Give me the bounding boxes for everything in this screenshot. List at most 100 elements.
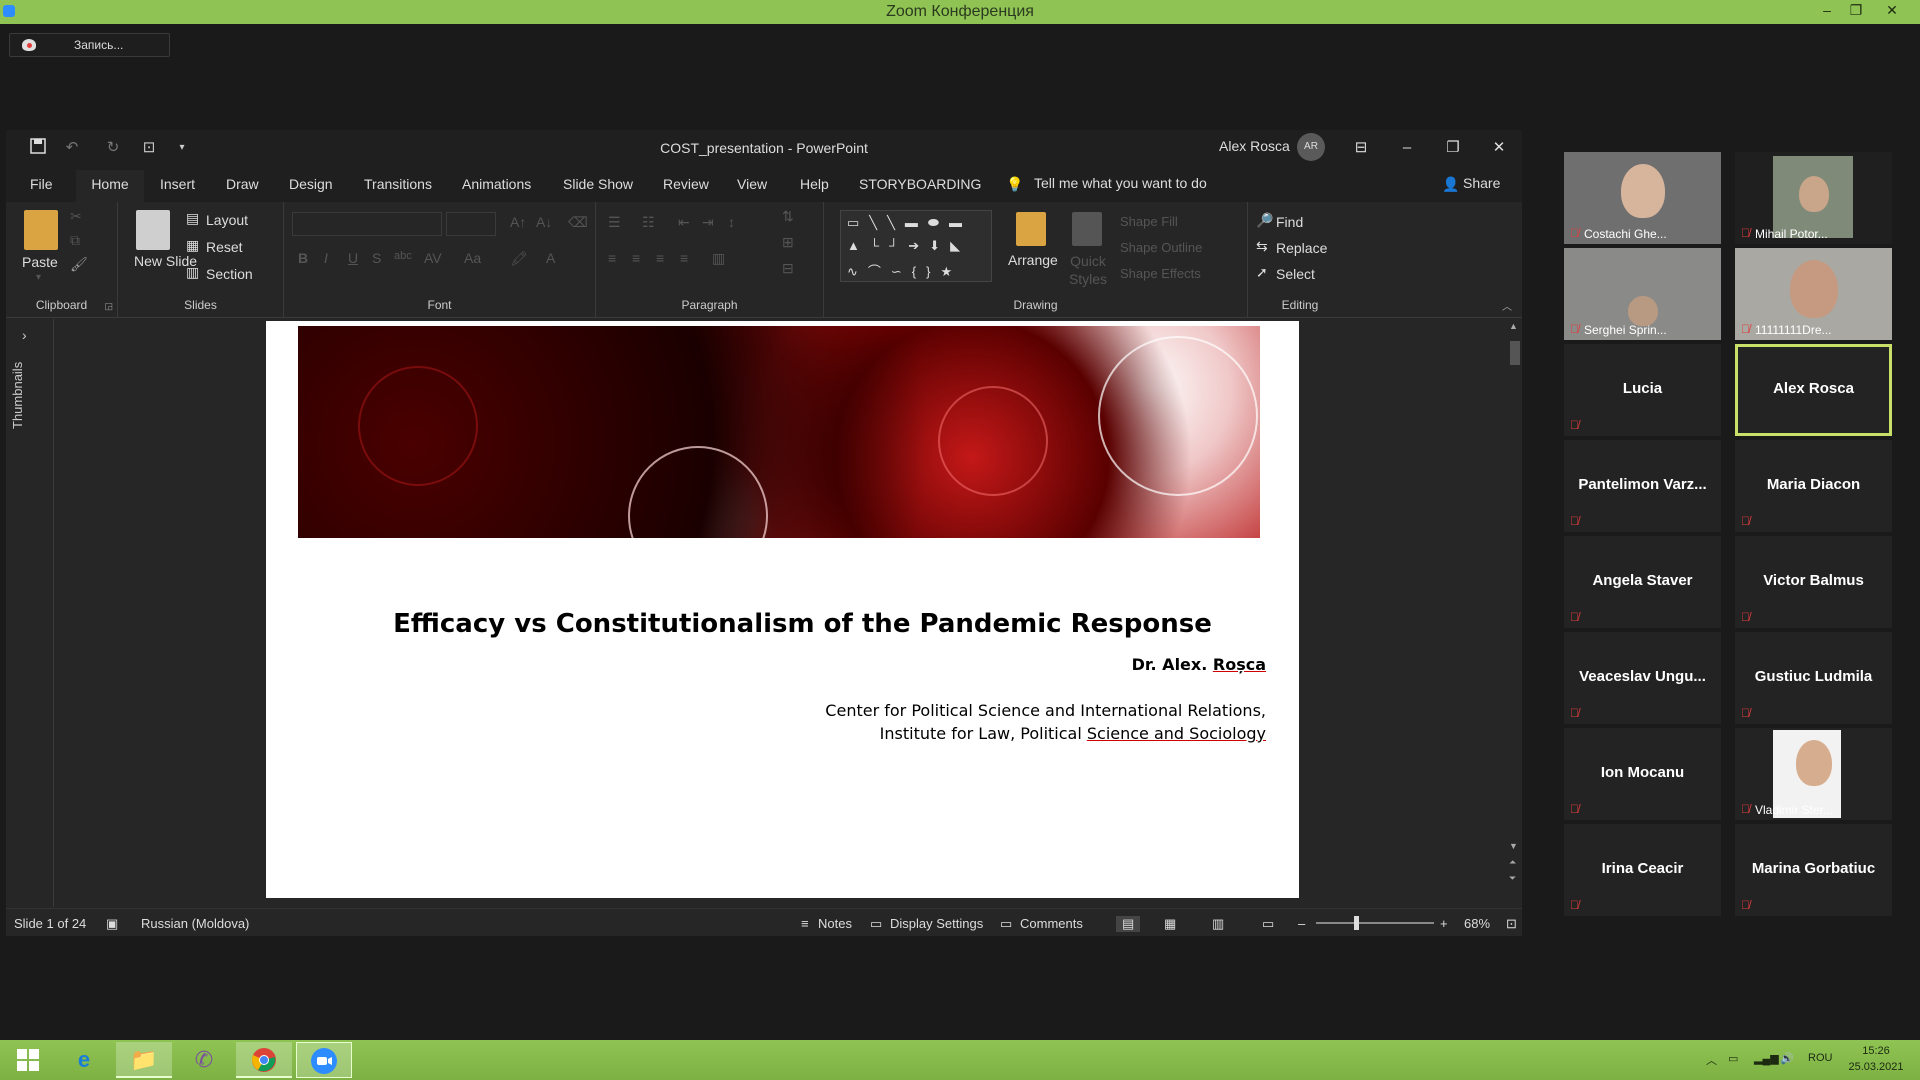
slide-affiliation-line-2[interactable]: Institute for Law, Political Science and… [880, 724, 1266, 743]
shape-outline-button[interactable]: Shape Outline [1120, 240, 1202, 255]
windows-start-icon[interactable] [0, 1042, 56, 1078]
participant-tile[interactable]: Angela Staver 🎙̸ [1564, 536, 1721, 628]
system-clock[interactable]: 15:26 25.03.2021 [1838, 1043, 1914, 1075]
shadow-icon[interactable]: S [372, 250, 381, 266]
previous-slide-icon[interactable]: ⏶ [1509, 857, 1516, 868]
tab-slide-show[interactable]: Slide Show [563, 174, 633, 202]
active-speaker-tile[interactable]: Alex Rosca [1735, 344, 1892, 436]
underline-icon[interactable]: U [348, 250, 358, 266]
columns-icon[interactable]: ▥ [712, 250, 725, 267]
clear-formatting-icon[interactable]: ⌫ [568, 214, 588, 231]
decrease-font-icon[interactable]: A↓ [536, 214, 552, 230]
tab-draw[interactable]: Draw [226, 174, 259, 202]
font-name-box[interactable] [292, 212, 442, 236]
slide-sorter-icon[interactable]: ▦ [1164, 916, 1176, 932]
slide-author[interactable]: Dr. Alex. Roșca [1132, 655, 1266, 674]
signed-in-user[interactable]: Alex Rosca [1219, 138, 1290, 154]
show-hidden-icons-icon[interactable]: ︿ [1706, 1052, 1717, 1068]
cut-icon[interactable]: ✂ [70, 208, 82, 225]
normal-view-icon[interactable]: ▤ [1116, 916, 1141, 932]
text-direction-icon[interactable]: ⇅ [782, 208, 794, 225]
numbering-icon[interactable]: ☷ [642, 214, 655, 231]
share-button[interactable]: Share [1463, 175, 1500, 191]
tab-review[interactable]: Review [663, 174, 709, 202]
bold-icon[interactable]: B [298, 250, 308, 266]
avatar[interactable]: AR [1297, 133, 1325, 161]
increase-font-icon[interactable]: A↑ [510, 214, 526, 230]
align-right-icon[interactable]: ≡ [656, 250, 664, 266]
language-indicator[interactable]: Russian (Moldova) [141, 916, 249, 931]
spell-check-icon[interactable]: ▣ [106, 916, 118, 932]
participant-tile[interactable]: Victor Balmus 🎙̸ [1735, 536, 1892, 628]
chrome-icon[interactable] [236, 1042, 292, 1078]
zoom-in-icon[interactable]: + [1440, 916, 1448, 931]
change-case-icon[interactable]: Aa [464, 250, 481, 266]
replace-button[interactable]: Replace [1276, 240, 1327, 256]
participant-tile[interactable]: Lucia 🎙̸ [1564, 344, 1721, 436]
participant-tile[interactable]: Gustiuc Ludmila 🎙̸ [1735, 632, 1892, 724]
ppt-close-button[interactable]: ✕ [1484, 136, 1514, 160]
tab-file[interactable]: File [30, 174, 53, 202]
tab-storyboarding[interactable]: STORYBOARDING [859, 174, 981, 202]
align-left-icon[interactable]: ≡ [608, 250, 616, 266]
vertical-scrollbar[interactable]: ▲ ▼ ⏶ ⏷ [1508, 319, 1522, 889]
select-button[interactable]: Select [1276, 266, 1315, 282]
participant-tile[interactable]: 🎙̸ Vladimir Ster... [1735, 728, 1892, 820]
slideshow-view-icon[interactable]: ▭ [1262, 916, 1274, 932]
decrease-indent-icon[interactable]: ⇤ [678, 214, 690, 231]
section-button[interactable]: Section [206, 266, 253, 282]
recording-indicator[interactable]: Запись... [9, 33, 170, 57]
participant-tile[interactable]: 🎙̸ Mihail Potor... [1735, 152, 1892, 244]
layout-button[interactable]: Layout [206, 212, 248, 228]
paste-dropdown-icon[interactable]: ▾ [36, 272, 41, 283]
quick-styles-button[interactable]: Quick Styles [1068, 252, 1108, 288]
maximize-button[interactable]: ❐ [1842, 0, 1870, 22]
shape-fill-button[interactable]: Shape Fill [1120, 214, 1178, 229]
tab-design[interactable]: Design [289, 174, 333, 202]
input-language[interactable]: ROU [1808, 1052, 1832, 1064]
expand-thumbnails-icon[interactable]: › [22, 327, 27, 343]
slide-title[interactable]: Efficacy vs Constitutionalism of the Pan… [266, 609, 1299, 639]
scrollbar-thumb[interactable] [1510, 341, 1520, 365]
participant-tile[interactable]: 🎙̸ 11111111Dre... [1735, 248, 1892, 340]
fit-to-window-icon[interactable]: ⊡ [1506, 916, 1517, 932]
participant-tile[interactable]: Ion Mocanu 🎙̸ [1564, 728, 1721, 820]
tab-transitions[interactable]: Transitions [364, 174, 432, 202]
reset-button[interactable]: Reset [206, 239, 243, 255]
shapes-row-1-icon[interactable]: ▭╲╲▬⬬▬ [847, 215, 972, 231]
close-button[interactable]: ✕ [1878, 0, 1906, 22]
ppt-minimize-button[interactable]: – [1392, 136, 1422, 160]
participant-tile[interactable]: Veaceslav Ungu... 🎙̸ [1564, 632, 1721, 724]
ppt-restore-button[interactable]: ❐ [1438, 136, 1468, 160]
signal-icon[interactable]: ▂▄▆ [1754, 1052, 1779, 1065]
shapes-row-3-icon[interactable]: ∿⌒∽{}★ [847, 261, 962, 280]
slide-affiliation-line-1[interactable]: Center for Political Science and Interna… [825, 701, 1266, 720]
bullets-icon[interactable]: ☰ [608, 214, 621, 231]
italic-icon[interactable]: I [324, 250, 328, 266]
clipboard-launcher-icon[interactable]: ◲ [104, 301, 113, 312]
shapes-row-2-icon[interactable]: ▲└┘➔⬇◣ [847, 238, 970, 254]
strikethrough-icon[interactable]: abc [394, 250, 412, 262]
font-color-icon[interactable]: A [546, 250, 555, 266]
collapse-ribbon-icon[interactable]: ︿ [1502, 298, 1512, 313]
arrange-button[interactable]: Arrange [1008, 252, 1058, 268]
internet-explorer-icon[interactable]: e [56, 1042, 112, 1078]
participant-tile[interactable]: Irina Ceacir 🎙̸ [1564, 824, 1721, 916]
volume-icon[interactable]: 🔊 [1780, 1052, 1794, 1065]
tab-insert[interactable]: Insert [160, 174, 195, 202]
tell-me-search[interactable]: Tell me what you want to do [1034, 175, 1207, 191]
participant-tile[interactable]: Maria Diacon 🎙̸ [1735, 440, 1892, 532]
reading-view-icon[interactable]: ▥ [1212, 916, 1224, 932]
participant-tile[interactable]: Marina Gorbatiuc 🎙̸ [1735, 824, 1892, 916]
find-button[interactable]: Find [1276, 214, 1303, 230]
display-settings-button[interactable]: Display Settings [890, 916, 983, 931]
next-slide-icon[interactable]: ⏷ [1509, 873, 1516, 884]
participant-tile[interactable]: 🎙̸ Serghei Sprin... [1564, 248, 1721, 340]
highlight-icon[interactable]: 🖍 [510, 250, 528, 267]
minimize-button[interactable]: – [1813, 0, 1841, 22]
scroll-down-icon[interactable]: ▼ [1509, 841, 1518, 851]
network-icon[interactable]: ▭ [1728, 1052, 1738, 1065]
tab-home[interactable]: Home [76, 170, 144, 202]
format-painter-icon[interactable]: 🖌 [70, 256, 88, 273]
comments-button[interactable]: Comments [1020, 916, 1083, 931]
